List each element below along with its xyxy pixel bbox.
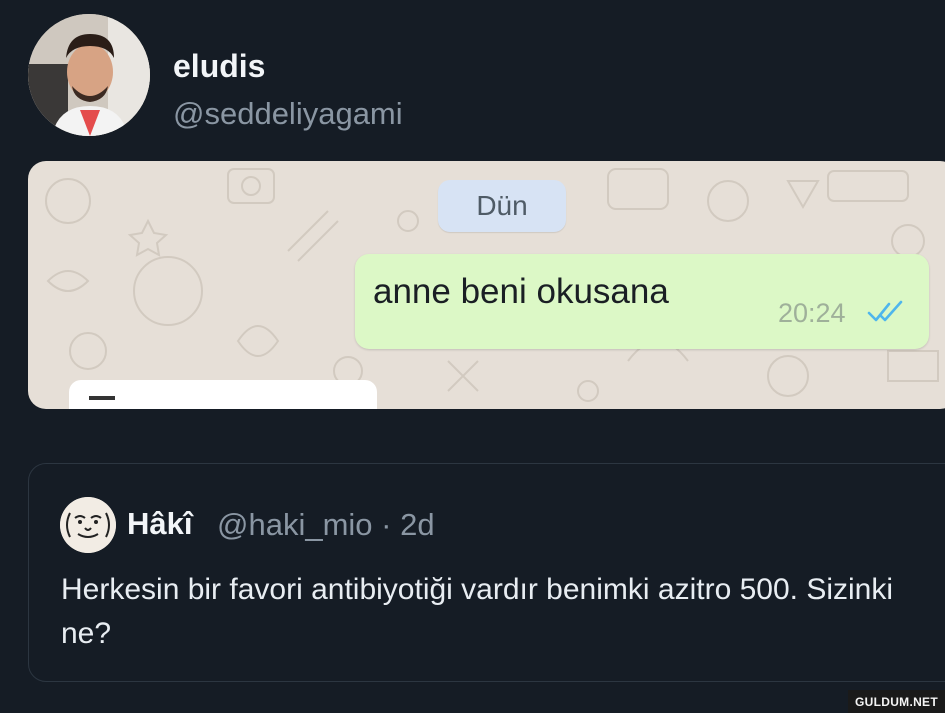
display-name[interactable]: eludis: [173, 48, 265, 85]
quoted-tweet[interactable]: Hâkî @haki_mio · 2d Herkesin bir favori …: [28, 463, 945, 682]
double-check-read-icon: [867, 300, 903, 322]
incoming-message-bubble-partial: [69, 380, 377, 409]
message-text: anne beni okusana: [373, 272, 669, 311]
quote-author-name[interactable]: Hâkî: [127, 506, 192, 542]
message-bubble[interactable]: anne beni okusana 20:24: [355, 254, 929, 349]
top-clipped-text: ‿: [150, 0, 190, 6]
quote-avatar[interactable]: [60, 497, 116, 553]
avatar-photo: [28, 14, 150, 136]
quote-text: Herkesin bir favori antibiyotiği vardır …: [61, 573, 894, 650]
quote-author-meta[interactable]: @haki_mio · 2d: [217, 507, 435, 543]
chat-screenshot: Dün anne beni okusana 20:24: [28, 161, 945, 409]
handle[interactable]: @seddeliyagami: [173, 96, 403, 132]
date-separator: Dün: [438, 180, 566, 232]
profile-header: eludis @seddeliyagami: [28, 14, 628, 139]
clipped-text-fragment: [89, 396, 115, 400]
lenny-face-icon: [60, 497, 116, 553]
message-time: 20:24: [778, 298, 846, 328]
avatar[interactable]: [28, 14, 150, 136]
watermark: GULDUM.NET: [848, 690, 945, 713]
